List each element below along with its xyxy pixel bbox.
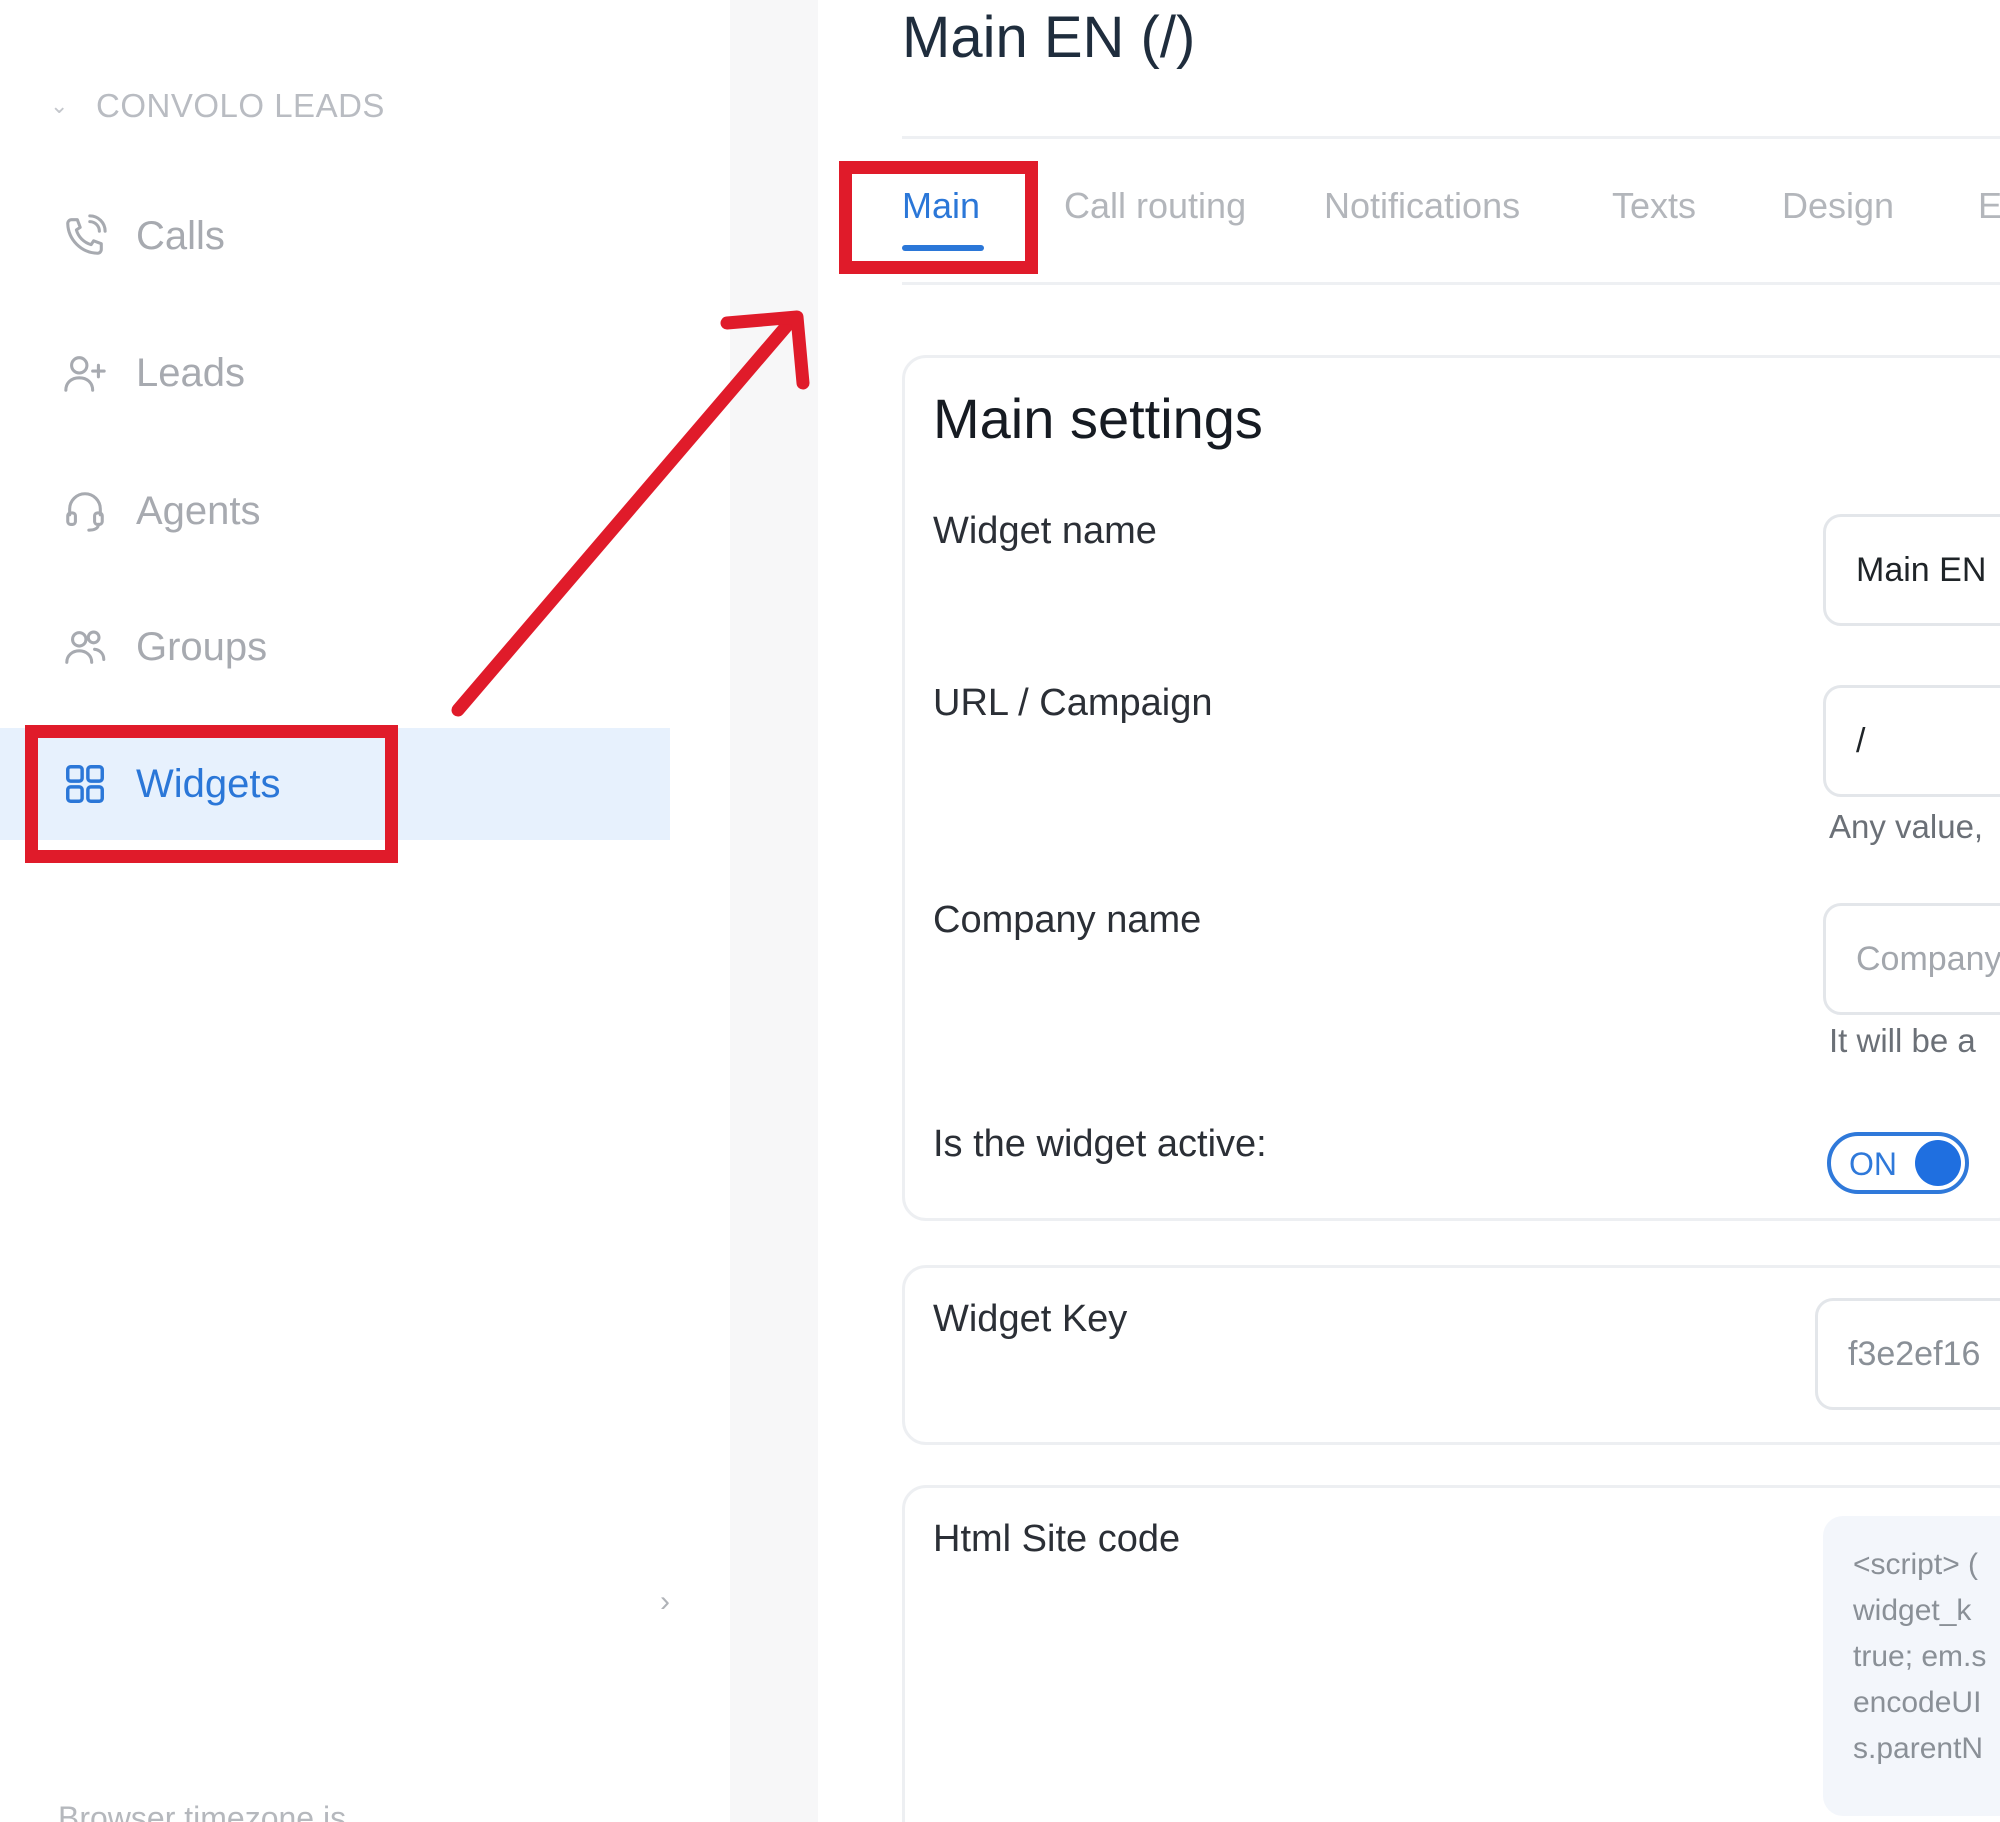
page-title: Main EN (/) [902, 5, 1196, 70]
sidebar-item-label: Leads [136, 350, 245, 395]
url-campaign-input[interactable]: / [1823, 685, 2000, 797]
field-label: Html Site code [933, 1518, 1181, 1560]
timezone-text: Browser timezone is [58, 1800, 347, 1822]
field-label: Widget Key [933, 1298, 1128, 1340]
divider [902, 136, 2000, 139]
sidebar: ⌄ CONVOLO LEADS Calls Leads Agents Group… [0, 0, 730, 1822]
sidebar-item-groups[interactable]: Groups [0, 591, 670, 703]
sidebar-section-label: CONVOLO LEADS [96, 87, 385, 124]
tab-design[interactable]: Design [1782, 185, 1894, 227]
chevron-right-icon[interactable]: › [660, 1585, 680, 1618]
sidebar-item-calls[interactable]: Calls [0, 180, 670, 292]
sidebar-item-agents[interactable]: Agents [0, 455, 670, 567]
code-line: <script> ( [1853, 1548, 1979, 1581]
chevron-down-icon: ⌄ [50, 93, 69, 118]
tab-more[interactable]: E [1978, 185, 2000, 227]
sidebar-divider [730, 0, 818, 1822]
field-label: Widget name [933, 510, 1157, 552]
highlight-box-main-tab [839, 161, 1038, 274]
field-hint: Any value, [1829, 808, 1984, 845]
site-code-box[interactable]: <script> ( widget_k true; em.s encodeUI … [1823, 1516, 2000, 1816]
field-label: Is the widget active: [933, 1123, 1267, 1165]
field-label: URL / Campaign [933, 682, 1213, 724]
code-line: widget_k [1853, 1594, 1972, 1627]
widget-key-input[interactable]: f3e2ef16 [1815, 1298, 2000, 1410]
highlight-box-widgets [25, 725, 398, 863]
users-icon [60, 622, 110, 672]
sidebar-item-label: Groups [136, 624, 268, 669]
tab-texts[interactable]: Texts [1612, 185, 1696, 227]
company-name-input[interactable]: Company [1823, 903, 2000, 1015]
sidebar-item-leads[interactable]: Leads [0, 317, 670, 429]
phone-icon [60, 211, 110, 261]
tab-notifications[interactable]: Notifications [1324, 185, 1520, 227]
tab-call-routing[interactable]: Call routing [1064, 185, 1246, 227]
widget-active-toggle[interactable]: ON [1827, 1132, 1969, 1194]
card-title: Main settings [933, 387, 1263, 450]
toggle-state: ON [1849, 1146, 1897, 1182]
tab-bar: Main Call routing Notifications Texts De… [902, 185, 2000, 285]
main-settings-card: Main settings Widget name Main EN URL / … [902, 355, 2000, 1221]
divider [902, 282, 2000, 285]
code-line: true; em.s [1853, 1640, 1987, 1673]
sidebar-item-label: Calls [136, 213, 225, 258]
field-label: Company name [933, 899, 1202, 941]
html-site-code-card: Html Site code <script> ( widget_k true;… [902, 1485, 2000, 1822]
headset-icon [60, 486, 110, 536]
field-hint: It will be a [1829, 1022, 1976, 1059]
add-user-icon [60, 348, 110, 398]
sidebar-item-label: Agents [136, 488, 261, 533]
widget-key-card: Widget Key f3e2ef16 [902, 1265, 2000, 1445]
widget-name-input[interactable]: Main EN [1823, 514, 2000, 626]
code-line: s.parentN [1853, 1732, 1984, 1765]
toggle-knob [1915, 1140, 1961, 1186]
code-line: encodeUI [1853, 1686, 1982, 1719]
sidebar-section-header[interactable]: ⌄ CONVOLO LEADS [50, 84, 385, 128]
